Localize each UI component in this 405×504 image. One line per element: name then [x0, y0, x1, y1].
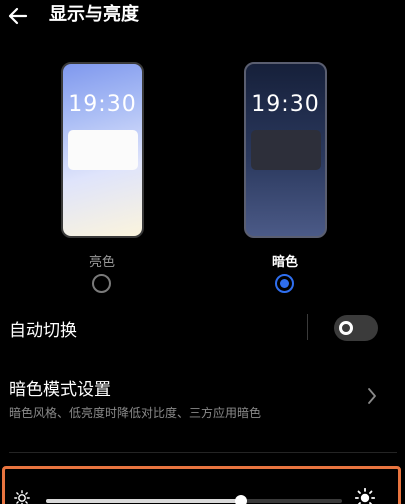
- header: 显示与亮度: [0, 0, 405, 34]
- dark-theme-label: 暗色: [271, 255, 298, 270]
- brightness-slider-thumb[interactable]: [235, 495, 248, 504]
- brightness-slider-track[interactable]: [46, 499, 342, 503]
- sun-small-icon: [14, 490, 30, 504]
- arrow-left-icon[interactable]: [4, 3, 34, 29]
- page-title: 显示与亮度: [49, 4, 139, 25]
- light-theme-preview[interactable]: 19:30: [61, 62, 144, 238]
- brightness-slider-fill: [46, 499, 242, 503]
- dark-mode-settings-subtitle: 暗色风格、低亮度时降低对比度、三方应用暗色: [9, 406, 262, 420]
- dark-theme-radio[interactable]: [275, 274, 294, 293]
- light-preview-widget: [68, 130, 138, 170]
- auto-switch-toggle[interactable]: [334, 315, 378, 341]
- toggle-knob: [339, 321, 353, 335]
- auto-switch-label: 自动切换: [9, 321, 77, 341]
- light-preview-time: 19:30: [68, 92, 137, 117]
- display-brightness-screen: 显示与亮度 19:30 19:30 亮色 暗色 自动切换 暗色模式设置 暗色风格…: [0, 0, 405, 504]
- light-theme-radio[interactable]: [92, 274, 111, 293]
- light-theme-label: 亮色: [88, 255, 115, 270]
- dark-mode-settings-title[interactable]: 暗色模式设置: [9, 375, 111, 400]
- dark-preview-widget: [251, 130, 321, 170]
- sun-large-icon: [355, 488, 375, 504]
- chevron-right-icon[interactable]: [365, 386, 379, 406]
- divider: [307, 314, 308, 340]
- section-divider: [9, 452, 397, 453]
- dark-theme-preview[interactable]: 19:30: [244, 62, 327, 238]
- dark-preview-time: 19:30: [251, 92, 320, 117]
